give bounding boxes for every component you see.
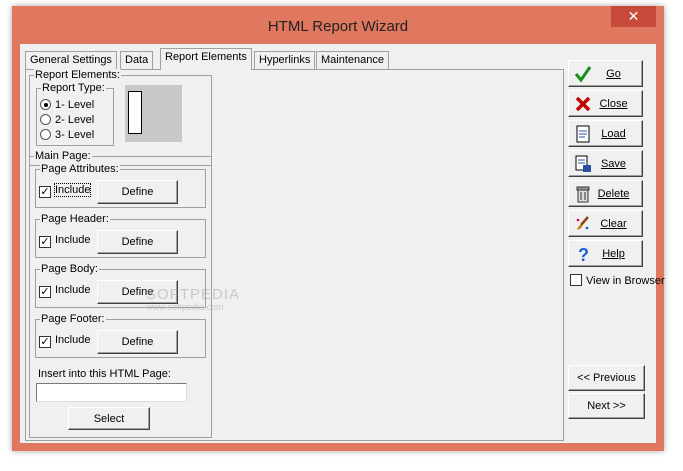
section-label: Page Attributes:	[40, 163, 120, 175]
page-attributes-group: Page Attributes: ✓ Include Define	[35, 163, 206, 208]
softpedia-watermark-url: www.softpedia.com	[146, 302, 224, 312]
radio-button[interactable]	[40, 129, 51, 140]
include-checkbox[interactable]: ✓	[39, 286, 51, 298]
insert-html-page-input[interactable]	[36, 383, 187, 402]
include-page-body[interactable]: ✓ Include	[39, 284, 90, 298]
clear-label: Clear	[600, 217, 627, 230]
define-page-attributes-button[interactable]: Define	[97, 180, 178, 204]
tab-report-elements[interactable]: Report Elements	[160, 48, 252, 70]
next-label: Next >>	[587, 400, 626, 412]
radio-1-level[interactable]: 1- Level	[40, 99, 94, 113]
close-label: Close	[599, 97, 628, 110]
include-label: Include	[53, 183, 92, 197]
radio-label: 3- Level	[55, 129, 95, 141]
previous-label: << Previous	[577, 372, 636, 384]
define-label: Define	[121, 236, 154, 248]
include-checkbox[interactable]: ✓	[39, 336, 51, 348]
report-type-label: Report Type:	[41, 82, 106, 94]
save-button[interactable]: Save	[568, 150, 643, 177]
tab-maintenance[interactable]: Maintenance	[316, 51, 389, 69]
insert-html-page-label: Insert into this HTML Page:	[38, 368, 171, 380]
include-checkbox[interactable]: ✓	[39, 236, 51, 248]
radio-label: 1- Level	[55, 99, 95, 111]
include-label: Include	[55, 234, 91, 246]
report-elements-group-label: Report Elements:	[34, 69, 121, 81]
define-page-header-button[interactable]: Define	[97, 230, 178, 254]
help-button[interactable]: ? Help	[568, 240, 643, 267]
include-page-header[interactable]: ✓ Include	[39, 234, 90, 248]
load-label: Load	[601, 127, 626, 140]
delete-button[interactable]: Delete	[568, 180, 643, 207]
section-label: Page Header:	[40, 213, 110, 225]
view-in-browser-checkbox[interactable]	[570, 274, 582, 286]
page-header-group: Page Header: ✓ Include Define	[35, 213, 206, 258]
report-type-preview	[125, 85, 182, 142]
clear-button[interactable]: Clear	[568, 210, 643, 237]
load-button[interactable]: Load	[568, 120, 643, 147]
section-label: Page Body:	[40, 263, 99, 275]
go-button[interactable]: Go	[568, 60, 643, 87]
include-label: Include	[55, 284, 91, 296]
define-label: Define	[121, 186, 154, 198]
go-label: Go	[606, 67, 621, 80]
title-bar: HTML Report Wizard ✕	[12, 6, 664, 44]
next-button[interactable]: Next >>	[568, 393, 645, 419]
radio-3-level[interactable]: 3- Level	[40, 129, 94, 143]
tab-general-settings[interactable]: General Settings	[25, 51, 117, 69]
main-page-label: Main Page:	[34, 150, 92, 162]
report-type-group: Report Type: 1- Level 2- Level 3- Level	[36, 82, 114, 146]
save-label: Save	[600, 157, 627, 170]
window-close-button[interactable]: ✕	[611, 6, 656, 27]
select-label: Select	[93, 412, 125, 425]
include-page-footer[interactable]: ✓ Include	[39, 334, 90, 348]
window-title: HTML Report Wizard	[267, 18, 409, 35]
report-wizard-window: HTML Report Wizard ✕ General Settings Da…	[12, 6, 665, 451]
close-button[interactable]: Close	[568, 90, 643, 117]
previous-button[interactable]: << Previous	[568, 365, 645, 391]
softpedia-watermark: SOFTPEDIA	[146, 286, 241, 303]
include-checkbox[interactable]: ✓	[39, 186, 51, 198]
tab-hyperlinks[interactable]: Hyperlinks	[254, 51, 316, 69]
help-label: Help	[602, 247, 625, 260]
include-page-attributes[interactable]: ✓ Include	[39, 183, 92, 198]
window-client-area: General Settings Data Report Elements Hy…	[20, 44, 665, 443]
view-in-browser-checkbox-row[interactable]: View in Browser	[570, 274, 665, 288]
view-in-browser-label: View in Browser	[586, 275, 665, 287]
radio-button[interactable]	[40, 114, 51, 125]
radio-label: 2- Level	[55, 114, 95, 126]
delete-label: Delete	[597, 187, 630, 200]
section-label: Page Footer:	[40, 313, 106, 325]
radio-button[interactable]	[40, 99, 51, 110]
radio-2-level[interactable]: 2- Level	[40, 114, 94, 128]
select-button[interactable]: Select	[68, 407, 150, 430]
report-elements-panel: Report Elements: Report Type: 1- Level 2…	[25, 69, 564, 441]
define-page-footer-button[interactable]: Define	[97, 330, 178, 354]
define-label: Define	[121, 336, 154, 348]
page-footer-group: Page Footer: ✓ Include Define	[35, 313, 206, 358]
preview-page-shape	[128, 91, 142, 134]
tab-data[interactable]: Data	[120, 51, 154, 69]
include-label: Include	[55, 334, 91, 346]
